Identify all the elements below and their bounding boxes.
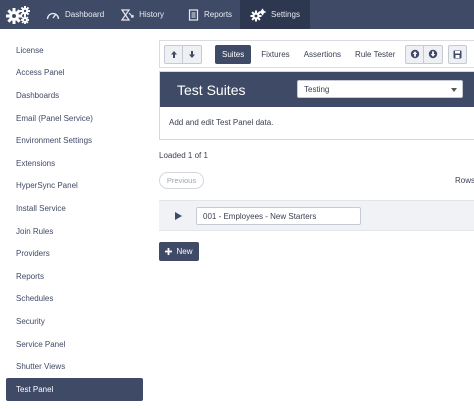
panel-title: Test Suites xyxy=(177,81,246,98)
gears-icon xyxy=(250,8,266,22)
sidebar-item-reports[interactable]: Reports xyxy=(6,265,143,288)
sidebar-item-environment-settings[interactable]: Environment Settings xyxy=(6,129,143,152)
move-up-button[interactable] xyxy=(164,44,183,64)
tab-fixtures[interactable]: Fixtures xyxy=(254,45,296,64)
tab-suites[interactable]: Suites xyxy=(215,44,252,64)
panel-description: Add and edit Test Panel data. xyxy=(169,118,274,127)
circle-arrow-up-icon xyxy=(410,49,420,59)
nav-settings[interactable]: Settings xyxy=(240,0,310,29)
nav-history[interactable]: History xyxy=(112,0,172,29)
nav-dashboard-label: Dashboard xyxy=(65,10,105,19)
sidebar-item-email[interactable]: Email (Panel Service) xyxy=(6,107,143,130)
save-button[interactable] xyxy=(448,44,468,64)
test-suites-panel: Test Suites Testing Add and edit Test Pa… xyxy=(159,71,474,140)
new-button-label: New xyxy=(176,247,193,256)
rows-label: Rows xyxy=(455,176,474,185)
gears-logo-icon[interactable] xyxy=(0,0,38,29)
test-panel-toolbar: Suites Fixtures Assertions Rule Tester xyxy=(159,40,474,68)
save-icon xyxy=(453,50,462,58)
move-button-group xyxy=(164,44,202,64)
gauge-icon xyxy=(46,9,60,21)
nav-reports[interactable]: Reports xyxy=(180,0,240,29)
tab-rule-tester[interactable]: Rule Tester xyxy=(348,45,402,64)
sidebar-item-hypersync-panel[interactable]: HyperSync Panel xyxy=(6,175,143,198)
sidebar-item-service-panel[interactable]: Service Panel xyxy=(6,333,143,356)
panel-header: Test Suites Testing xyxy=(160,72,474,107)
nav-settings-label: Settings xyxy=(271,10,300,19)
settings-sidebar: License Access Panel Dashboards Email (P… xyxy=(0,29,150,409)
table-row: 001 - Employees - New Starters xyxy=(159,200,474,231)
chevron-down-icon xyxy=(451,88,457,92)
top-nav: Dashboard History Reports Settings xyxy=(0,0,474,29)
upload-button[interactable] xyxy=(405,44,425,64)
nav-dashboard[interactable]: Dashboard xyxy=(38,0,112,29)
suite-name-field[interactable]: 001 - Employees - New Starters xyxy=(196,207,361,225)
loaded-count: Loaded 1 of 1 xyxy=(159,151,208,160)
download-button[interactable] xyxy=(424,44,444,64)
new-button[interactable]: New xyxy=(159,242,199,261)
sidebar-item-join-rules[interactable]: Join Rules xyxy=(6,220,143,243)
upload-download-group xyxy=(405,44,444,64)
previous-button[interactable]: Previous xyxy=(159,172,204,189)
sidebar-item-providers[interactable]: Providers xyxy=(6,242,143,265)
nav-history-label: History xyxy=(139,10,165,19)
main-content: Suites Fixtures Assertions Rule Tester T… xyxy=(150,29,474,409)
circle-arrow-down-icon xyxy=(429,49,438,59)
hourglass-icon xyxy=(120,8,134,21)
tab-assertions[interactable]: Assertions xyxy=(297,45,348,64)
sidebar-item-schedules[interactable]: Schedules xyxy=(6,288,143,311)
sidebar-item-license[interactable]: License xyxy=(6,39,143,62)
sidebar-item-security[interactable]: Security xyxy=(6,310,143,333)
arrow-up-icon xyxy=(170,50,177,58)
sidebar-item-dashboards[interactable]: Dashboards xyxy=(6,84,143,107)
sidebar-item-test-panel[interactable]: Test Panel xyxy=(6,377,143,401)
nav-reports-label: Reports xyxy=(204,10,233,19)
play-icon[interactable] xyxy=(175,212,182,220)
report-icon xyxy=(188,8,199,21)
move-down-button[interactable] xyxy=(183,44,202,64)
plus-icon xyxy=(165,248,173,255)
sidebar-list: License Access Panel Dashboards Email (P… xyxy=(6,39,143,401)
sidebar-item-extensions[interactable]: Extensions xyxy=(6,152,143,175)
arrow-down-icon xyxy=(189,50,195,58)
suite-select-value: Testing xyxy=(304,84,330,94)
sidebar-item-install-service[interactable]: Install Service xyxy=(6,197,143,220)
sidebar-item-shutter-views[interactable]: Shutter Views xyxy=(6,355,143,378)
sidebar-item-access-panel[interactable]: Access Panel xyxy=(6,62,143,85)
suite-select[interactable]: Testing xyxy=(297,80,463,98)
